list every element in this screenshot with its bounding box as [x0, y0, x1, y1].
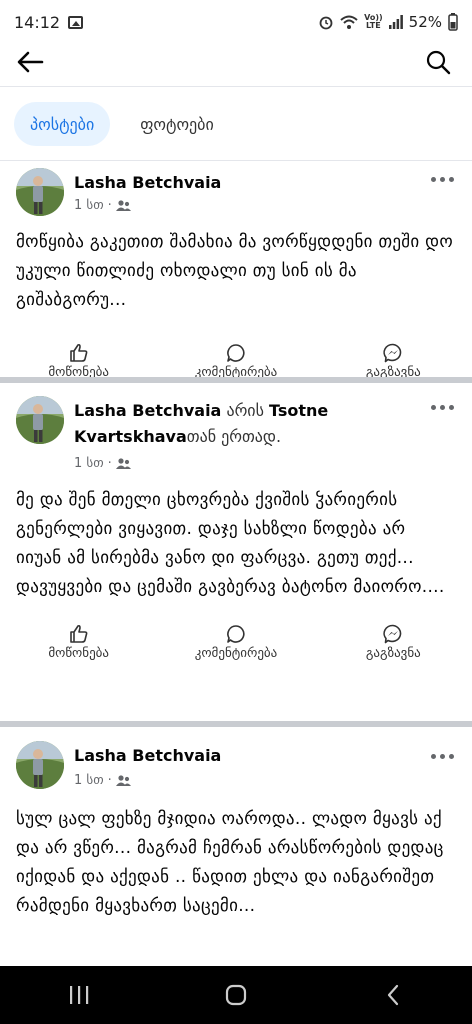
comment-label: კომენტირება — [194, 645, 278, 661]
thumbs-up-icon — [69, 624, 88, 643]
share-button[interactable]: გაგზავნა — [323, 343, 463, 380]
messenger-icon — [383, 343, 402, 362]
post-separator — [0, 377, 472, 383]
arrow-left-icon — [17, 51, 44, 73]
top-bar — [0, 44, 472, 84]
share-button[interactable]: გაგზავნა — [323, 624, 463, 661]
post-meta: 1 სთ · — [74, 773, 131, 788]
wifi-icon — [340, 15, 358, 29]
friends-icon — [115, 457, 131, 469]
post-author[interactable]: Lasha Betchvaia — [74, 170, 404, 196]
post-meta: 1 სთ · — [74, 198, 131, 213]
recent-apps-icon — [69, 986, 88, 1004]
more-dot-icon — [430, 404, 436, 410]
post-header: Lasha Betchvaia არის Tsotne Kvartskhavaთ… — [0, 390, 472, 476]
messenger-icon — [383, 624, 402, 643]
search-icon — [426, 50, 451, 75]
friends-icon — [115, 774, 131, 786]
like-button[interactable]: მოწონება — [9, 343, 149, 380]
header-divider — [0, 86, 472, 87]
more-dot-icon — [430, 176, 436, 182]
home-icon — [225, 984, 247, 1006]
avatar[interactable] — [16, 396, 64, 444]
post-text: სულ ცალ ფეხზე მჯიდია ოაროდა.. ლადო მყავს… — [16, 809, 444, 916]
post-card: Lasha Betchvaia 1 სთ · მოწყიბა გაკეთით შ… — [0, 162, 472, 387]
more-options-button[interactable] — [424, 745, 460, 767]
tabs-divider — [0, 160, 472, 161]
comment-icon — [227, 343, 245, 362]
post-author-line: Lasha Betchvaia არის Tsotne Kvartskhavaთ… — [74, 398, 404, 450]
share-label: გაგზავნა — [365, 645, 421, 661]
gallery-notification-icon — [68, 15, 84, 29]
post-text: მოწყიბა გაკეთით შამახია მა ვორწყდდენი თე… — [16, 232, 454, 310]
battery-icon — [448, 13, 458, 31]
tab-posts[interactable]: პოსტები — [14, 102, 111, 146]
status-bar: 14:12 Vo)) LTE 52% — [0, 0, 472, 44]
post-header: Lasha Betchvaia 1 სთ · — [0, 735, 472, 795]
status-time: 14:12 — [14, 12, 61, 32]
post-time[interactable]: 1 სთ — [74, 198, 104, 213]
back-button[interactable] — [12, 44, 48, 80]
comment-icon — [227, 624, 245, 643]
comment-button[interactable]: კომენტირება — [166, 624, 306, 661]
avatar[interactable] — [16, 741, 64, 789]
tab-photos[interactable]: ფოტოები — [124, 102, 230, 146]
battery-percent: 52% — [408, 13, 442, 31]
system-nav-bar — [0, 966, 472, 1024]
post-author[interactable]: Lasha Betchvaia — [74, 401, 221, 420]
post-time[interactable]: 1 სთ — [74, 456, 104, 471]
post-card: Lasha Betchvaia არის Tsotne Kvartskhavaთ… — [0, 390, 472, 668]
more-options-button[interactable] — [424, 168, 460, 190]
search-button[interactable] — [420, 44, 456, 80]
post-time[interactable]: 1 სთ — [74, 773, 104, 788]
alarm-icon — [319, 16, 333, 30]
post-separator — [0, 721, 472, 727]
like-label: მოწონება — [48, 645, 109, 661]
avatar[interactable] — [16, 168, 64, 216]
volte-indicator: Vo)) LTE — [364, 13, 383, 30]
signal-icon — [388, 15, 403, 29]
more-dot-icon — [430, 753, 436, 759]
post-header: Lasha Betchvaia 1 სთ · — [0, 162, 472, 222]
more-options-button[interactable] — [424, 396, 460, 418]
status-right: Vo)) LTE 52% — [318, 13, 458, 31]
home-button[interactable] — [206, 975, 266, 1015]
like-button[interactable]: მოწონება — [9, 624, 149, 661]
post-author[interactable]: Lasha Betchvaia — [74, 743, 404, 769]
back-chevron-icon — [388, 984, 399, 1006]
content-tabs: პოსტები ფოტოები — [0, 101, 472, 147]
recent-apps-button[interactable] — [49, 975, 109, 1015]
post-actions: მოწონება კომენტირება გაგზავნა — [0, 616, 472, 668]
post-meta: 1 სთ · — [74, 456, 131, 471]
comment-button[interactable]: კომენტირება — [166, 343, 306, 380]
with-prefix: არის — [221, 401, 270, 420]
post-card: Lasha Betchvaia 1 სთ · სულ ცალ ფეხზე მჯი… — [0, 735, 472, 921]
back-nav-button[interactable] — [363, 975, 423, 1015]
friends-icon — [115, 199, 131, 211]
post-text: მე და შენ მთელი ცხოვრება ქვიშის ჴარიერის… — [16, 490, 445, 597]
with-suffix: თან ერთად. — [186, 427, 282, 446]
thumbs-up-icon — [69, 343, 88, 362]
